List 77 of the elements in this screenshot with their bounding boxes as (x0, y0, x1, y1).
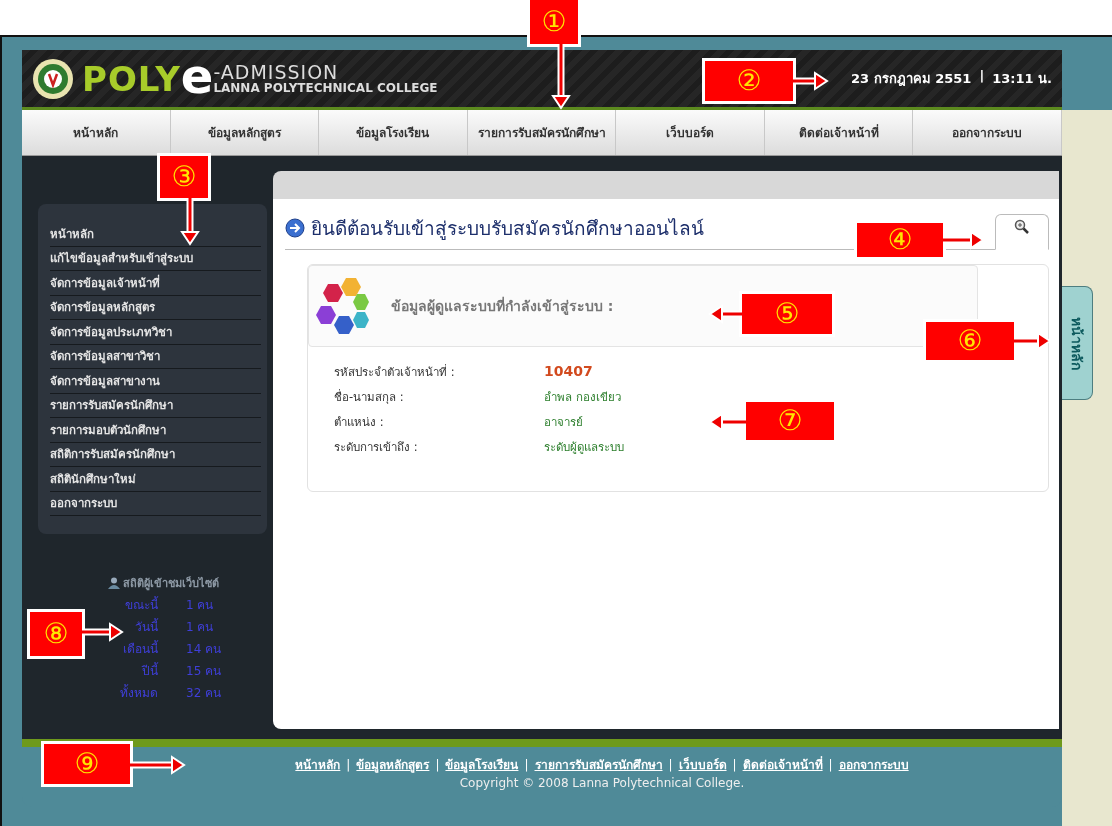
menu-link[interactable]: จัดการข้อมูลประเภทวิชา (50, 320, 261, 345)
callout-arrow (180, 198, 200, 244)
menu-link[interactable]: จัดการข้อมูลหลักสูตร (50, 295, 261, 320)
menu-link[interactable]: สถิติการรับสมัครนักศึกษา (50, 442, 261, 467)
stat-label: วันนี้ (135, 617, 158, 636)
stat-label: ขณะนี้ (125, 595, 158, 614)
field-value: อาจารย์ (544, 414, 583, 431)
callout-label: ⑧ (30, 612, 82, 656)
field-label: ชื่อ-นามสกุล : (334, 388, 404, 406)
footer-link[interactable]: เว็บบอร์ด (678, 755, 727, 774)
nav-link[interactable]: ติดต่อเจ้าหน้าที่ (764, 110, 914, 155)
callout-label: ⑨ (44, 744, 130, 784)
side-tab[interactable]: หน้าหลัก (1062, 286, 1093, 400)
logo-college-name: LANNA POLYTECHNICAL COLLEGE (213, 82, 438, 94)
separator: | (524, 757, 529, 772)
menu-link[interactable]: สถิตินักศึกษาใหม่ (50, 467, 261, 492)
logo-admission: -ADMISSION (213, 63, 340, 82)
callout-label: ③ (160, 156, 208, 198)
callout-label: ② (705, 61, 793, 101)
footer-link[interactable]: ออกจากระบบ (838, 755, 909, 774)
separator: | (828, 757, 833, 772)
menu-link[interactable]: แก้ไขข้อมูลสำหรับเข้าสู่ระบบ (50, 246, 261, 271)
field-label: รหัสประจำตัวเจ้าหน้าที่ : (334, 363, 455, 381)
nav-link[interactable]: รายการรับสมัครนักศึกษา (467, 110, 617, 155)
callout-label: ① (530, 0, 578, 44)
field-label: ตำแหน่ง : (334, 414, 384, 431)
nav-link[interactable]: เว็บบอร์ด (616, 110, 765, 155)
separator: | (346, 757, 351, 772)
callout-label: ⑦ (746, 402, 834, 440)
logo-poly: POLY (82, 58, 181, 99)
stat-value: 1 คน (185, 619, 215, 636)
footer-link[interactable]: รายการรับสมัครนักศึกษา (534, 755, 663, 774)
nav-link[interactable]: ข้อมูลโรงเรียน (319, 110, 468, 155)
footer-link[interactable]: ติดต่อเจ้าหน้าที่ (742, 755, 823, 774)
footer-link[interactable]: หน้าหลัก (295, 755, 341, 774)
zoom-icon (1014, 219, 1030, 235)
college-seal-icon (32, 57, 74, 100)
stat-value: 14 คน (185, 641, 223, 658)
page-title: ยินดีต้อนรับเข้าสู่ระบบรับสมัครนักศึกษาออนไลน์ (311, 216, 704, 242)
separator: | (979, 68, 985, 85)
stat-label: ทั้งหมด (120, 683, 158, 702)
arrow-circle-icon (285, 218, 305, 238)
menu-link[interactable]: จัดการข้อมูลเจ้าหน้าที่ (50, 271, 261, 296)
field-value: 10407 (544, 363, 593, 381)
stat-label: เดือนนี้ (123, 639, 158, 658)
callout-arrow (82, 622, 126, 642)
callout-arrow (130, 755, 188, 775)
section-title: ข้อมูลผู้ดูแลระบบที่กำลังเข้าสู่ระบบ : (391, 295, 614, 317)
menu-link[interactable]: จัดการข้อมูลสาขางาน (50, 369, 261, 394)
stat-value: 15 คน (185, 663, 223, 680)
menu-link[interactable]: รายการมอบตัวนักศึกษา (50, 418, 261, 443)
callout-label: ④ (857, 223, 943, 257)
date-text: 23 กรกฎาคม 2551 (851, 70, 972, 88)
stat-label: ปีนี้ (142, 661, 158, 680)
time-text: 13:11 น. (992, 70, 1052, 88)
separator: | (732, 757, 737, 772)
stat-value: 32 คน (185, 685, 223, 702)
field-value: ระดับผู้ดูแลระบบ (544, 439, 624, 456)
logo-e: e (180, 55, 214, 96)
stats-title: สถิติผู้เข้าชมเว็บไซต์ (122, 575, 219, 592)
field-value: อำพล กองเขียว (544, 389, 621, 406)
callout-label: ⑤ (742, 294, 832, 334)
menu-link[interactable]: จัดการข้อมูลสาขาวิชา (50, 344, 261, 369)
footer-link[interactable]: ข้อมูลโรงเรียน (445, 755, 519, 774)
copyright-text: Copyright © 2008 Lanna Polytechnical College. (459, 776, 745, 790)
user-icon (107, 577, 120, 589)
stat-value: 1 คน (185, 597, 215, 614)
field-label: ระดับการเข้าถึง : (334, 439, 418, 456)
separator: | (435, 757, 440, 772)
zoom-tab[interactable] (995, 214, 1049, 250)
callout-arrow (793, 71, 831, 91)
footer-link[interactable]: ข้อมูลหลักสูตร (356, 755, 430, 774)
separator: | (668, 757, 673, 772)
callout-arrow (551, 44, 571, 108)
menu-link[interactable]: รายการรับสมัครนักศึกษา (50, 393, 261, 418)
callout-label: ⑥ (926, 322, 1014, 360)
menu-link[interactable]: ออกจากระบบ (50, 491, 261, 516)
